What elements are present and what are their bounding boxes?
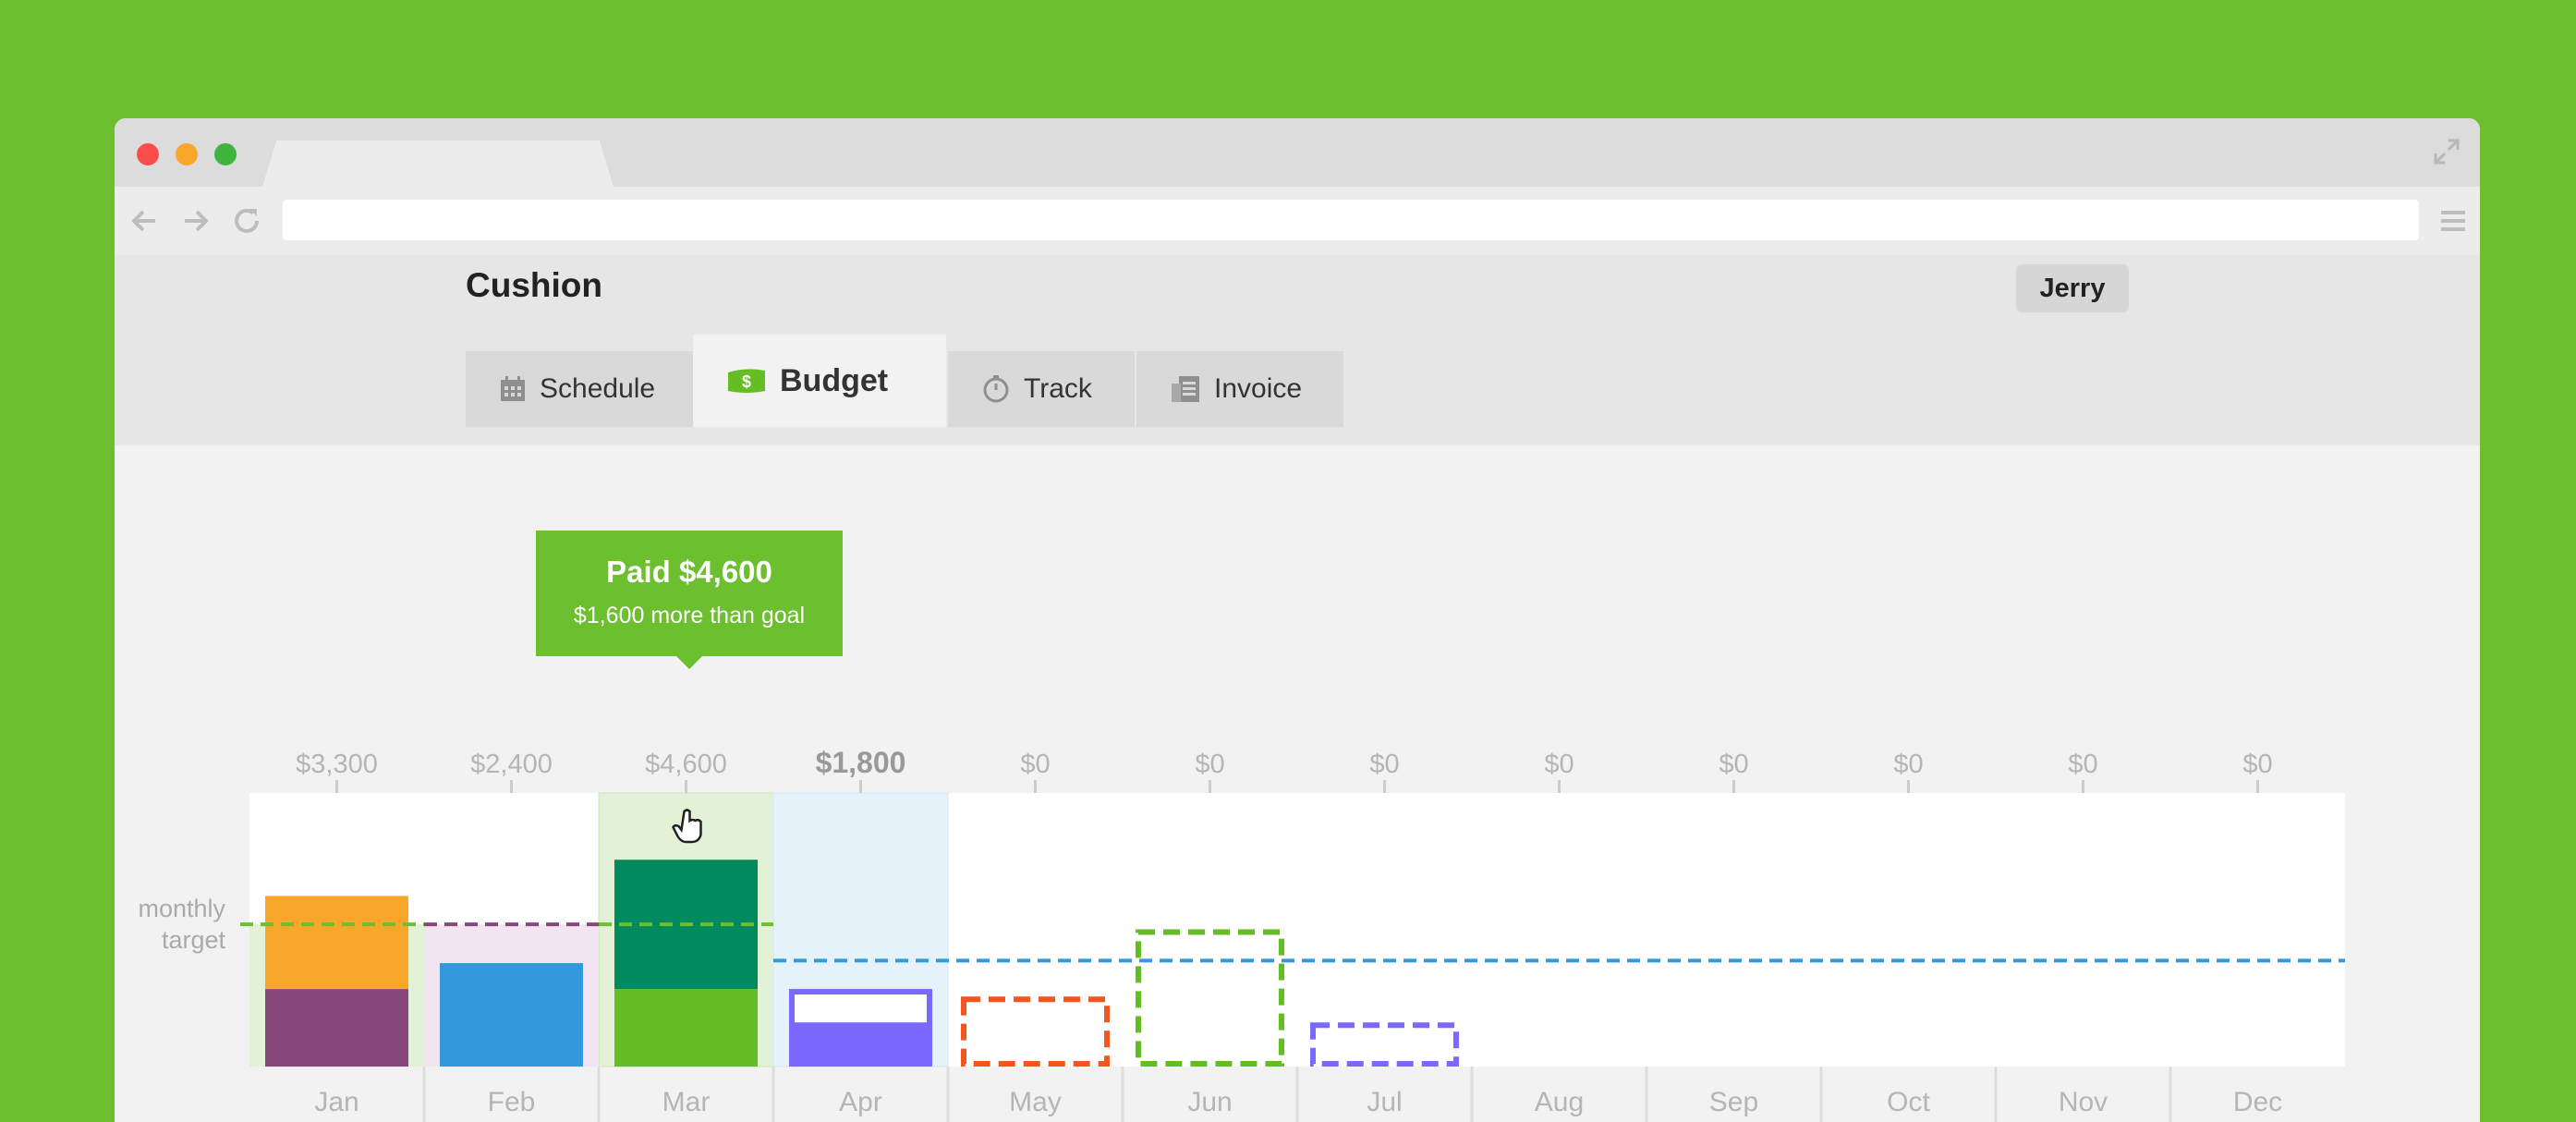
bar-jan-segment-0: [265, 989, 408, 1067]
browser-tab[interactable]: [262, 140, 614, 187]
tab-invoice[interactable]: Invoice: [1136, 351, 1343, 427]
zoom-window-button[interactable]: [214, 143, 237, 165]
tab-budget[interactable]: $ Budget: [693, 335, 946, 427]
bar-apr-segment-0: [789, 1025, 932, 1067]
top-label-dec: $0: [2242, 750, 2272, 779]
top-label-jan: $3,300: [296, 750, 378, 779]
month-tooltip: Paid $4,600 $1,600 more than goal: [536, 531, 843, 669]
top-label-sep: $0: [1719, 750, 1748, 779]
top-label-nov: $0: [2068, 750, 2097, 779]
top-label-aug: $0: [1544, 750, 1574, 779]
top-label-jul: $0: [1369, 750, 1399, 779]
month-label-aug: Aug: [1535, 1087, 1584, 1117]
invoice-icon: [1172, 376, 1199, 402]
top-label-apr: $1,800: [816, 746, 906, 779]
tooltip-title: Paid $4,600: [606, 555, 772, 589]
hamburger-menu-icon[interactable]: [2439, 205, 2467, 237]
month-label-dec: Dec: [2233, 1087, 2282, 1117]
browser-window: Cushion Jerry Schedule $ Budget Track In…: [115, 118, 2480, 1122]
browser-toolbar: [115, 187, 2480, 255]
tab-schedule-label: Schedule: [540, 373, 656, 404]
month-label-oct: Oct: [1887, 1087, 1930, 1117]
expand-icon[interactable]: [2432, 137, 2461, 166]
month-label-jun: Jun: [1187, 1087, 1232, 1117]
user-menu-button[interactable]: Jerry: [2016, 264, 2129, 312]
stopwatch-icon: [983, 375, 1009, 403]
forward-arrow-icon[interactable]: [177, 203, 213, 238]
tab-invoice-label: Invoice: [1214, 373, 1303, 404]
app-logo-text[interactable]: Cushion: [466, 266, 602, 305]
month-label-feb: Feb: [488, 1087, 536, 1117]
bar-mar-segment-0: [614, 989, 758, 1067]
month-label-sep: Sep: [1709, 1087, 1758, 1117]
top-label-mar: $4,600: [645, 750, 727, 779]
app-header: Cushion Jerry Schedule $ Budget Track In…: [115, 255, 2480, 445]
bar-jan-segment-1: [265, 896, 408, 990]
bar-feb-segment-0: [440, 963, 583, 1067]
top-label-oct: $0: [1893, 750, 1923, 779]
top-label-jun: $0: [1195, 750, 1224, 779]
month-label-jan: Jan: [314, 1087, 358, 1117]
tab-schedule[interactable]: Schedule: [466, 351, 693, 427]
calendar-icon: [501, 376, 525, 401]
minimize-window-button[interactable]: [176, 143, 198, 165]
tab-budget-label: Budget: [780, 362, 889, 398]
money-icon: $: [728, 369, 765, 393]
main-tabs: Schedule $ Budget Track Invoice: [466, 335, 1574, 445]
month-label-apr: Apr: [839, 1087, 882, 1117]
tooltip-subtitle: $1,600 more than goal: [573, 603, 806, 628]
month-label-jul: Jul: [1367, 1087, 1402, 1117]
top-label-may: $0: [1020, 750, 1050, 779]
tab-track-label: Track: [1024, 373, 1092, 404]
svg-text:$: $: [742, 372, 751, 391]
target-label: monthly target: [138, 895, 225, 954]
top-label-feb: $2,400: [470, 750, 553, 779]
browser-titlebar: [115, 118, 2480, 187]
month-label-may: May: [1009, 1087, 1062, 1117]
month-label-mar: Mar: [662, 1087, 711, 1117]
bar-apr-segment-1: [789, 989, 932, 1029]
month-label-nov: Nov: [2059, 1087, 2108, 1117]
back-arrow-icon[interactable]: [128, 203, 163, 238]
reload-icon[interactable]: [229, 203, 264, 238]
close-window-button[interactable]: [137, 143, 159, 165]
budget-chart-svg: monthly target $3,300 Jan $2,400 Feb $4,600 Mar…: [138, 746, 2345, 1122]
url-bar[interactable]: [283, 200, 2419, 240]
tab-track[interactable]: Track: [948, 351, 1135, 427]
budget-chart: monthly target $3,300 Jan $2,400 Feb $4,600 Mar…: [115, 445, 2480, 1122]
